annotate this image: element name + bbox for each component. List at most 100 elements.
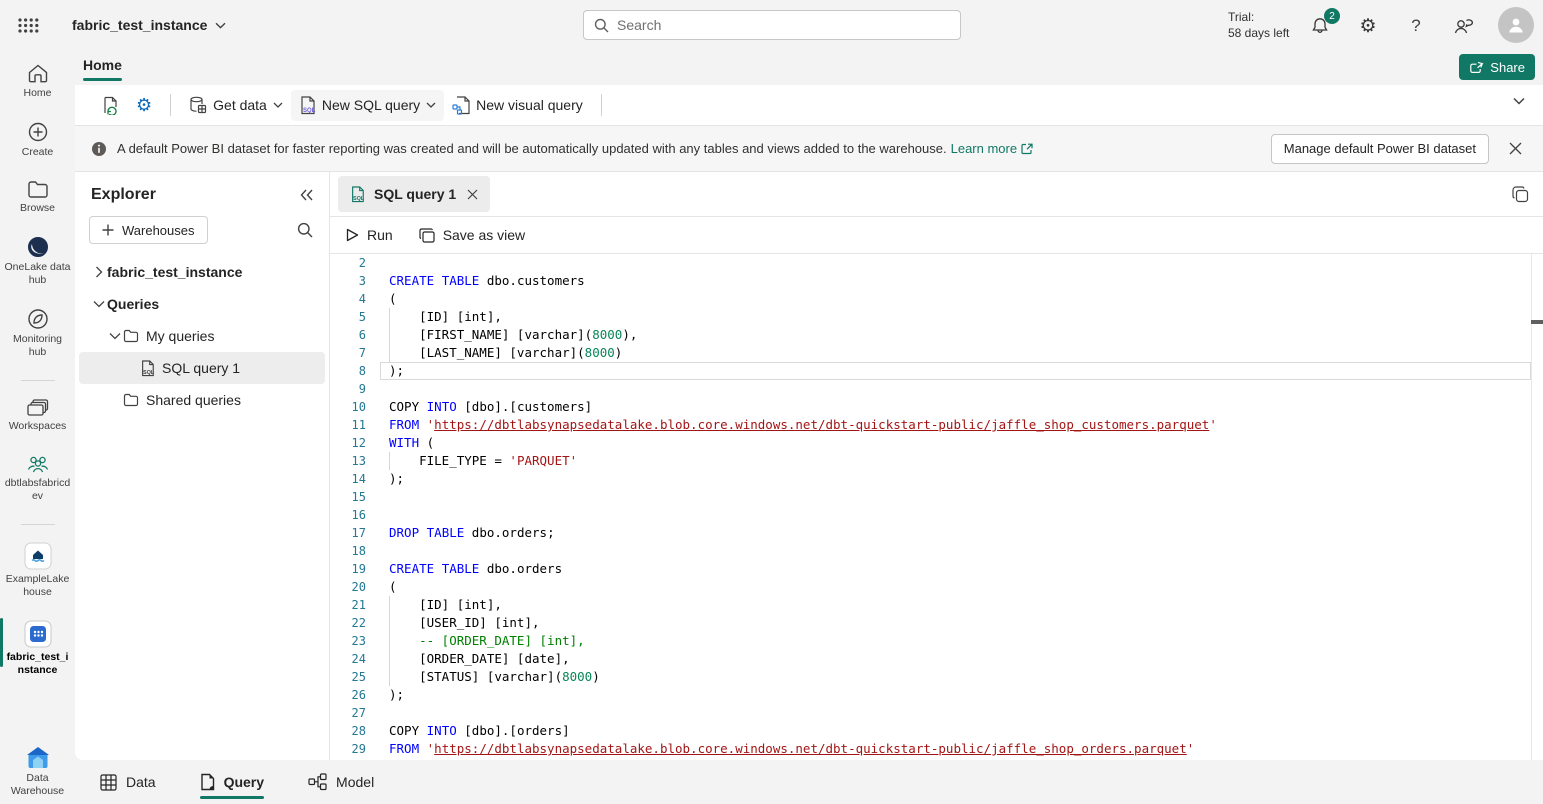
code-line-20[interactable]: 20( bbox=[330, 578, 1543, 596]
code-line-6[interactable]: 6 [FIRST_NAME] [varchar](8000), bbox=[330, 326, 1543, 344]
notification-badge: 2 bbox=[1324, 8, 1340, 24]
code-line-17[interactable]: 17DROP TABLE dbo.orders; bbox=[330, 524, 1543, 542]
rail-item-workspaces[interactable]: Workspaces bbox=[0, 398, 75, 433]
workspace-switcher[interactable]: fabric_test_instance bbox=[72, 17, 226, 33]
tree-item-shared-queries[interactable]: Shared queries bbox=[79, 384, 325, 416]
code-line-26[interactable]: 26); bbox=[330, 686, 1543, 704]
feedback-icon[interactable] bbox=[1450, 12, 1478, 40]
rail-item-onelake-data-hub[interactable]: OneLake data hub bbox=[0, 236, 75, 287]
code-line-5[interactable]: 5 [ID] [int], bbox=[330, 308, 1543, 326]
new-sql-query-label: New SQL query bbox=[322, 97, 420, 113]
code-line-4[interactable]: 4( bbox=[330, 290, 1543, 308]
code-line-7[interactable]: 7 [LAST_NAME] [varchar](8000) bbox=[330, 344, 1543, 362]
code-line-29[interactable]: 29FROM 'https://dbtlabsynapsedatalake.bl… bbox=[330, 740, 1543, 758]
query-tab-label: SQL query 1 bbox=[374, 186, 456, 202]
rail-item-monitoring-hub[interactable]: Monitoring hub bbox=[0, 308, 75, 359]
sql-code-editor[interactable]: 23CREATE TABLE dbo.customers4(5 [ID] [in… bbox=[330, 254, 1543, 760]
copy-icon[interactable] bbox=[1512, 186, 1529, 203]
new-sql-query-button[interactable]: SQL New SQL query bbox=[291, 90, 444, 121]
chevron-down-icon[interactable] bbox=[107, 332, 123, 340]
code-text: ); bbox=[389, 686, 404, 704]
share-button[interactable]: Share bbox=[1459, 54, 1535, 80]
view-tab-data[interactable]: Data bbox=[100, 760, 156, 804]
code-line-15[interactable]: 15 bbox=[330, 488, 1543, 506]
query-actions-bar: Run Save as view bbox=[330, 217, 1543, 254]
add-warehouses-button[interactable]: Warehouses bbox=[89, 216, 208, 244]
explorer-panel: Explorer Warehouses fabric_test_instance… bbox=[75, 172, 330, 760]
help-icon[interactable]: ? bbox=[1402, 12, 1430, 40]
code-text: FROM 'https://dbtlabsynapsedatalake.blob… bbox=[389, 740, 1194, 758]
learn-more-link[interactable]: Learn more bbox=[951, 141, 1033, 156]
chevron-down-icon[interactable] bbox=[91, 300, 107, 308]
query-settings-button[interactable]: ⚙ bbox=[128, 89, 160, 122]
get-data-button[interactable]: Get data bbox=[181, 90, 291, 120]
view-tab-label: Query bbox=[224, 774, 264, 790]
line-number: 12 bbox=[330, 434, 366, 452]
code-line-18[interactable]: 18 bbox=[330, 542, 1543, 560]
code-line-8[interactable]: 8); bbox=[330, 362, 1543, 380]
code-line-24[interactable]: 24 [ORDER_DATE] [date], bbox=[330, 650, 1543, 668]
rail-item-examplelakehouse[interactable]: ExampleLakehouse bbox=[0, 542, 75, 599]
rail-item-fabric-test-instance[interactable]: fabric_test_instance bbox=[0, 620, 75, 677]
line-number: 28 bbox=[330, 722, 366, 740]
manage-default-dataset-button[interactable]: Manage default Power BI dataset bbox=[1271, 134, 1489, 164]
code-line-22[interactable]: 22 [USER_ID] [int], bbox=[330, 614, 1543, 632]
code-line-9[interactable]: 9 bbox=[330, 380, 1543, 398]
rail-item-browse[interactable]: Browse bbox=[0, 180, 75, 215]
chevron-down-icon bbox=[215, 22, 226, 29]
tree-item-queries[interactable]: Queries bbox=[79, 288, 325, 320]
notifications-button[interactable]: 2 bbox=[1306, 12, 1334, 40]
save-as-view-label: Save as view bbox=[443, 227, 525, 243]
tree-item-fabric-test-instance[interactable]: fabric_test_instance bbox=[79, 256, 325, 288]
code-line-25[interactable]: 25 [STATUS] [varchar](8000) bbox=[330, 668, 1543, 686]
avatar[interactable] bbox=[1498, 7, 1534, 43]
code-text: -- [ORDER_DATE] [int], bbox=[389, 632, 585, 650]
code-line-16[interactable]: 16 bbox=[330, 506, 1543, 524]
code-line-11[interactable]: 11FROM 'https://dbtlabsynapsedatalake.bl… bbox=[330, 416, 1543, 434]
code-line-10[interactable]: 10COPY INTO [dbo].[customers] bbox=[330, 398, 1543, 416]
code-line-27[interactable]: 27 bbox=[330, 704, 1543, 722]
global-search[interactable] bbox=[583, 10, 961, 40]
search-input[interactable] bbox=[617, 17, 950, 33]
onelake-icon bbox=[27, 236, 49, 258]
code-line-23[interactable]: 23 -- [ORDER_DATE] [int], bbox=[330, 632, 1543, 650]
close-tab-icon[interactable] bbox=[465, 187, 480, 202]
rail-item-data-warehouse[interactable]: Data Warehouse bbox=[0, 746, 75, 798]
code-line-13[interactable]: 13 FILE_TYPE = 'PARQUET' bbox=[330, 452, 1543, 470]
line-number: 4 bbox=[330, 290, 366, 308]
line-number: 9 bbox=[330, 380, 366, 398]
settings-icon[interactable]: ⚙ bbox=[1354, 12, 1382, 40]
view-tab-model[interactable]: Model bbox=[308, 760, 374, 804]
run-button[interactable]: Run bbox=[346, 227, 393, 243]
ribbon-collapse-icon[interactable] bbox=[1513, 97, 1525, 105]
explorer-title: Explorer bbox=[91, 186, 156, 204]
tree-item-sql-query-1[interactable]: SQLSQL query 1 bbox=[79, 352, 325, 384]
code-line-3[interactable]: 3CREATE TABLE dbo.customers bbox=[330, 272, 1543, 290]
query-tab[interactable]: SQL SQL query 1 bbox=[338, 176, 490, 212]
explorer-search-icon[interactable] bbox=[297, 222, 313, 238]
tab-home[interactable]: Home bbox=[83, 53, 122, 77]
code-text: [LAST_NAME] [varchar](8000) bbox=[389, 344, 622, 362]
code-line-12[interactable]: 12WITH ( bbox=[330, 434, 1543, 452]
rail-item-home[interactable]: Home bbox=[0, 63, 75, 100]
new-visual-query-button[interactable]: New visual query bbox=[444, 90, 591, 121]
code-line-28[interactable]: 28COPY INTO [dbo].[orders] bbox=[330, 722, 1543, 740]
code-line-21[interactable]: 21 [ID] [int], bbox=[330, 596, 1543, 614]
save-as-view-button[interactable]: Save as view bbox=[419, 227, 525, 243]
info-icon bbox=[91, 141, 107, 157]
trial-status: Trial: 58 days left bbox=[1228, 9, 1289, 41]
app-launcher-icon[interactable] bbox=[6, 0, 50, 50]
banner-close-icon[interactable] bbox=[1503, 137, 1527, 161]
rail-item-create[interactable]: Create bbox=[0, 121, 75, 159]
rail-item-dbtlabsfabricdev[interactable]: dbtlabsfabricdev bbox=[0, 454, 75, 503]
tree-item-my-queries[interactable]: My queries bbox=[79, 320, 325, 352]
new-report-button[interactable] bbox=[93, 90, 128, 121]
code-line-19[interactable]: 19CREATE TABLE dbo.orders bbox=[330, 560, 1543, 578]
code-line-2[interactable]: 2 bbox=[330, 254, 1543, 272]
tree-item-label: Queries bbox=[107, 296, 159, 312]
tree-item-label: fabric_test_instance bbox=[107, 264, 242, 280]
view-tab-query[interactable]: Query bbox=[200, 760, 264, 804]
code-line-14[interactable]: 14); bbox=[330, 470, 1543, 488]
chevron-right-icon[interactable] bbox=[91, 266, 107, 278]
collapse-panel-icon[interactable] bbox=[300, 189, 313, 201]
